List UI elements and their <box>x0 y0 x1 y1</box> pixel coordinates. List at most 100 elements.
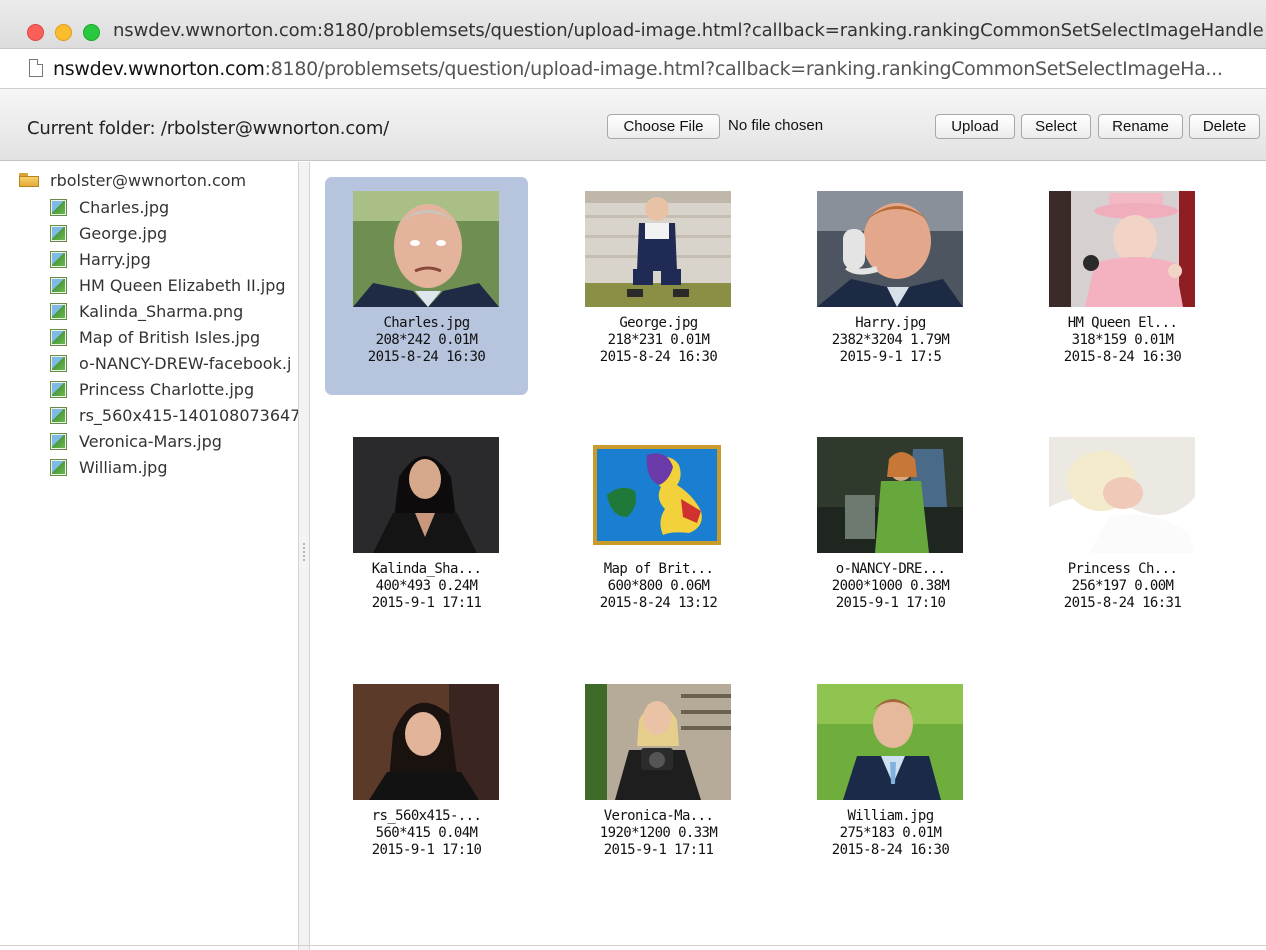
file-caption: Charles.jpg 208*242 0.01M 2015-8-24 16:3… <box>325 315 528 366</box>
url-text[interactable]: nswdev.wwnorton.com:8180/problemsets/que… <box>53 58 1263 80</box>
file-name: Map of Brit... <box>603 561 714 577</box>
file-caption: William.jpg 275*183 0.01M 2015-8-24 16:3… <box>789 808 992 859</box>
veronica-thumbnail <box>585 684 731 800</box>
nancy-drew-thumbnail <box>817 437 963 553</box>
file-tile-william[interactable]: William.jpg 275*183 0.01M 2015-8-24 16:3… <box>789 670 992 888</box>
image-file-icon <box>50 380 67 398</box>
tree-item-label: Map of British Isles.jpg <box>79 327 261 347</box>
choose-file-button[interactable]: Choose File <box>607 114 720 139</box>
tree-item[interactable]: Map of British Isles.jpg <box>50 327 300 347</box>
select-button[interactable]: Select <box>1021 114 1091 139</box>
image-file-icon <box>50 406 67 424</box>
bottom-divider <box>0 945 1266 946</box>
tree-item[interactable]: rs_560x415-140108073647 <box>50 405 300 425</box>
file-info: 218*231 0.01M <box>607 332 710 348</box>
file-name: Kalinda_Sha... <box>371 561 482 577</box>
file-caption: HM Queen El... 318*159 0.01M 2015-8-24 1… <box>1021 315 1224 366</box>
image-file-icon <box>50 354 67 372</box>
url-host: nswdev.wwnorton.com <box>53 58 265 80</box>
file-date: 2015-9-1 17:11 <box>603 842 714 858</box>
tree-item[interactable]: Veronica-Mars.jpg <box>50 431 300 451</box>
close-window-button[interactable] <box>27 24 44 41</box>
file-info: 208*242 0.01M <box>375 332 478 348</box>
file-caption: Harry.jpg 2382*3204 1.79M 2015-9-1 17:5 <box>789 315 992 366</box>
splitter-grip-icon[interactable] <box>303 542 305 562</box>
tree-item-label: rs_560x415-140108073647 <box>79 405 300 425</box>
pane-splitter[interactable] <box>298 162 310 950</box>
file-info: 1920*1200 0.33M <box>599 825 718 841</box>
url-path: :8180/problemsets/question/upload-image.… <box>264 58 1223 80</box>
folder-open-icon <box>19 173 39 187</box>
tree-root-label: rbolster@wwnorton.com <box>50 170 247 190</box>
file-caption: Veronica-Ma... 1920*1200 0.33M 2015-9-1 … <box>557 808 760 859</box>
tree-item-label: George.jpg <box>79 223 168 243</box>
tree-item-label: Kalinda_Sharma.png <box>79 301 244 321</box>
image-file-icon <box>50 302 67 320</box>
tree-item[interactable]: Harry.jpg <box>50 249 300 269</box>
minimize-window-button[interactable] <box>55 24 72 41</box>
image-file-icon <box>50 328 67 346</box>
tree-item-label: Princess Charlotte.jpg <box>79 379 255 399</box>
file-date: 2015-9-1 17:5 <box>839 349 942 365</box>
file-name: Princess Ch... <box>1067 561 1178 577</box>
tree-item[interactable]: o-NANCY-DREW-facebook.j <box>50 353 300 373</box>
file-caption: Princess Ch... 256*197 0.00M 2015-8-24 1… <box>1021 561 1224 612</box>
image-file-icon <box>50 198 67 216</box>
delete-button[interactable]: Delete <box>1189 114 1260 139</box>
harry-thumbnail <box>817 191 963 307</box>
tree-item[interactable]: Princess Charlotte.jpg <box>50 379 300 399</box>
file-date: 2015-8-24 16:30 <box>367 349 486 365</box>
tree-item[interactable]: HM Queen Elizabeth II.jpg <box>50 275 300 295</box>
file-status-text: No file chosen <box>728 117 824 134</box>
charlotte-thumbnail <box>1049 437 1195 553</box>
image-file-icon <box>50 432 67 450</box>
image-file-icon <box>50 458 67 476</box>
file-caption: rs_560x415-... 560*415 0.04M 2015-9-1 17… <box>325 808 528 859</box>
file-info: 2382*3204 1.79M <box>831 332 950 348</box>
file-caption: Map of Brit... 600*800 0.06M 2015-8-24 1… <box>557 561 760 612</box>
file-tile-kalinda[interactable]: Kalinda_Sha... 400*493 0.24M 2015-9-1 17… <box>325 423 528 641</box>
queen-thumbnail <box>1049 191 1195 307</box>
file-info: 400*493 0.24M <box>375 578 478 594</box>
tree-item[interactable]: William.jpg <box>50 457 300 477</box>
file-tile-charlotte[interactable]: Princess Ch... 256*197 0.00M 2015-8-24 1… <box>1021 423 1224 641</box>
zoom-window-button[interactable] <box>83 24 100 41</box>
file-date: 2015-9-1 17:10 <box>371 842 482 858</box>
tree-item-label: William.jpg <box>79 457 168 477</box>
file-info: 600*800 0.06M <box>607 578 710 594</box>
upload-button[interactable]: Upload <box>935 114 1015 139</box>
toolbar: Current folder: /rbolster@wwnorton.com/ … <box>0 89 1266 161</box>
file-info: 318*159 0.01M <box>1071 332 1174 348</box>
file-tile-george[interactable]: George.jpg 218*231 0.01M 2015-8-24 16:30 <box>557 177 760 395</box>
charles-thumbnail <box>353 191 499 307</box>
file-name: Harry.jpg <box>855 315 926 331</box>
file-date: 2015-8-24 16:30 <box>831 842 950 858</box>
file-tile-nancy[interactable]: o-NANCY-DRE... 2000*1000 0.38M 2015-9-1 … <box>789 423 992 641</box>
file-tile-rs560[interactable]: rs_560x415-... 560*415 0.04M 2015-9-1 17… <box>325 670 528 888</box>
file-name: Charles.jpg <box>383 315 470 331</box>
george-thumbnail <box>585 191 731 307</box>
file-info: 2000*1000 0.38M <box>831 578 950 594</box>
image-file-icon <box>50 250 67 268</box>
rename-button[interactable]: Rename <box>1098 114 1183 139</box>
tree-item[interactable]: George.jpg <box>50 223 300 243</box>
rs560-thumbnail <box>353 684 499 800</box>
file-tile-map[interactable]: Map of Brit... 600*800 0.06M 2015-8-24 1… <box>557 423 760 641</box>
william-thumbnail <box>817 684 963 800</box>
file-tile-harry[interactable]: Harry.jpg 2382*3204 1.79M 2015-9-1 17:5 <box>789 177 992 395</box>
file-tile-veronica[interactable]: Veronica-Ma... 1920*1200 0.33M 2015-9-1 … <box>557 670 760 888</box>
tree-item[interactable]: Charles.jpg <box>50 197 300 217</box>
file-caption: o-NANCY-DRE... 2000*1000 0.38M 2015-9-1 … <box>789 561 992 612</box>
file-date: 2015-8-24 13:12 <box>599 595 718 611</box>
file-name: HM Queen El... <box>1067 315 1178 331</box>
file-info: 560*415 0.04M <box>375 825 478 841</box>
file-date: 2015-9-1 17:10 <box>835 595 946 611</box>
file-name: William.jpg <box>847 808 934 824</box>
address-bar[interactable]: nswdev.wwnorton.com:8180/problemsets/que… <box>0 49 1266 89</box>
file-name: rs_560x415-... <box>371 808 482 824</box>
file-tile-charles[interactable]: Charles.jpg 208*242 0.01M 2015-8-24 16:3… <box>325 177 528 395</box>
tree-root-folder[interactable]: rbolster@wwnorton.com <box>19 170 246 190</box>
tree-item[interactable]: Kalinda_Sharma.png <box>50 301 300 321</box>
file-caption: Kalinda_Sha... 400*493 0.24M 2015-9-1 17… <box>325 561 528 612</box>
file-tile-queen[interactable]: HM Queen El... 318*159 0.01M 2015-8-24 1… <box>1021 177 1224 395</box>
